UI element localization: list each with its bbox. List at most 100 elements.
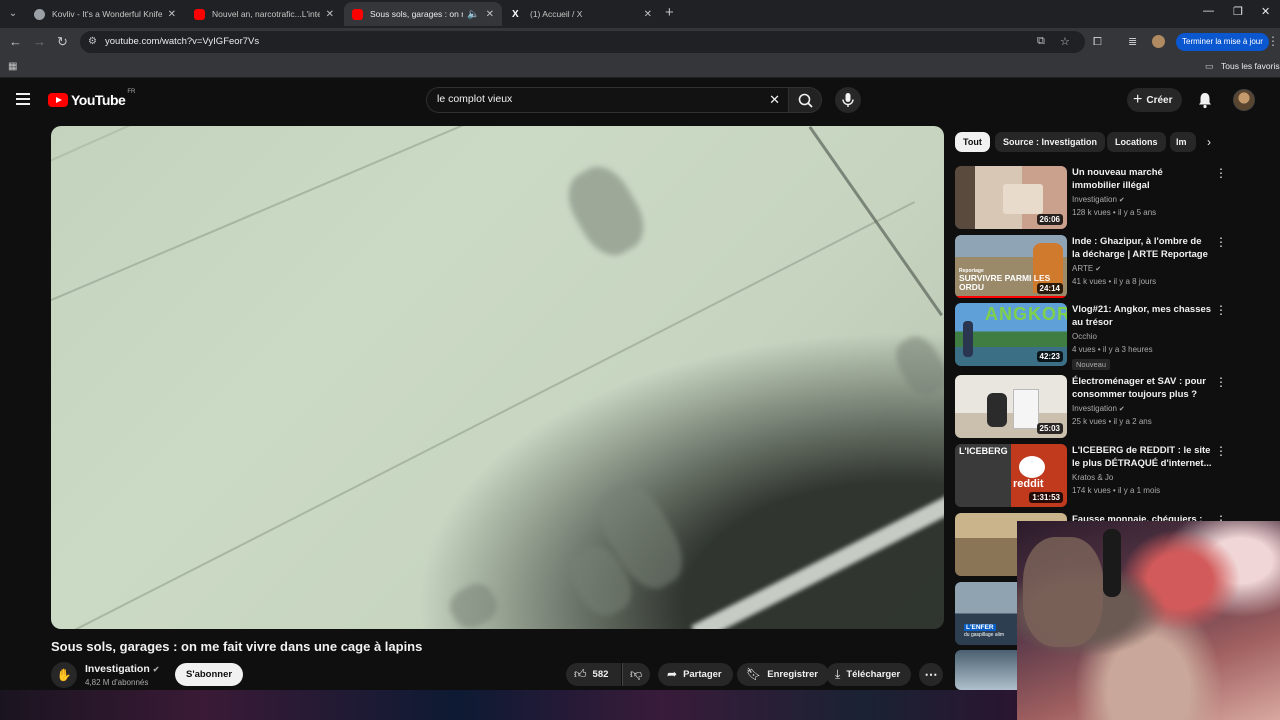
country-code: FR (127, 89, 136, 95)
clear-search-icon[interactable]: ✕ (769, 92, 780, 108)
like-button[interactable]: 👍︎ 582 (566, 663, 621, 686)
recommendation-meta: 174 k vues • il y a 1 mois (1072, 486, 1161, 495)
search-box[interactable]: ✕ (426, 87, 788, 113)
save-button[interactable]: 🔖︎ Enregistrer (737, 663, 829, 686)
duration-badge: 1:31:53 (1029, 492, 1063, 503)
update-browser-button[interactable]: Terminer la mise à jour (1176, 33, 1269, 51)
video-player[interactable] (51, 126, 944, 629)
channel-name-text: Investigation (85, 663, 150, 675)
recommendation-channel[interactable]: Investigation ✔ (1072, 195, 1125, 204)
account-avatar[interactable] (1233, 89, 1255, 111)
search-icon (798, 93, 813, 108)
tab-search-button[interactable]: ⌄ (4, 5, 22, 23)
recommendation-channel[interactable]: ARTE ✔ (1072, 264, 1101, 273)
microphone-icon (842, 93, 854, 107)
back-arrow-icon[interactable]: ← (9, 34, 22, 50)
youtube-logo[interactable]: YouTube FR (48, 89, 136, 108)
close-tab-icon[interactable]: ✕ (644, 9, 652, 20)
youtube-masthead: YouTube FR ✕ + Créer (0, 78, 1280, 124)
profile-avatar[interactable] (1152, 35, 1165, 48)
recommendation-meta: 128 k vues • il y a 5 ans (1072, 208, 1157, 217)
voice-search-button[interactable] (835, 87, 861, 113)
video-thumbnail[interactable]: 25:03 (955, 375, 1067, 438)
dislike-button[interactable]: 👎︎ (622, 663, 650, 686)
video-frame-detail (888, 330, 944, 402)
recommendation-item[interactable]: L'ICEBERG reddit 1:31:53 L'ICEBERG de RE… (955, 444, 1227, 508)
download-button[interactable]: ⤓ Télécharger (826, 663, 912, 686)
duration-badge: 24:14 (1036, 283, 1063, 294)
recommendation-item[interactable]: ANGKOR 42:23 Vlog#21: Angkor, mes chasse… (955, 303, 1227, 370)
more-options-icon[interactable]: ⋮ (1215, 375, 1227, 389)
close-tab-icon[interactable]: ✕ (486, 9, 494, 20)
more-options-icon[interactable]: ⋮ (1215, 235, 1227, 249)
chip-source[interactable]: Source : Investigation (995, 132, 1106, 152)
video-thumbnail[interactable]: L'ICEBERG reddit 1:31:53 (955, 444, 1067, 507)
omnibox[interactable]: ⚙ youtube.com/watch?v=VyIGFeor7Vs ⧉ ☆ (80, 31, 1085, 53)
more-options-icon[interactable]: ⋮ (1215, 303, 1227, 317)
close-tab-icon[interactable]: ✕ (168, 9, 176, 20)
browser-tab[interactable]: X (1) Accueil / X ✕ (504, 2, 660, 26)
recommendation-item[interactable]: Reportage SURVIVRE PARMI LES ORDU 24:14 … (955, 235, 1227, 299)
subscribe-button[interactable]: S'abonner (175, 663, 244, 686)
close-window-icon[interactable]: ✕ (1261, 5, 1270, 18)
notifications-bell-icon[interactable] (1197, 91, 1213, 109)
youtube-favicon-icon (194, 8, 205, 20)
more-actions-button[interactable]: ⋯ (919, 663, 943, 686)
recommendation-item[interactable]: 25:03 Électroménager et SAV : pour conso… (955, 375, 1227, 439)
recommendation-channel[interactable]: Investigation ✔ (1072, 404, 1125, 413)
video-thumbnail[interactable]: ANGKOR 42:23 (955, 303, 1067, 366)
x-logo-icon: X (512, 8, 519, 20)
reload-icon[interactable]: ↻ (57, 34, 68, 50)
chip-truncated[interactable]: Im (1170, 132, 1196, 152)
recommendation-item[interactable]: 26:06 Un nouveau marché immobilier illég… (955, 166, 1227, 230)
forward-arrow-icon[interactable]: → (33, 34, 46, 50)
browser-tab-bar: ⌄ Kovliv - It's a Wonderful Knife ( ✕ No… (0, 0, 1280, 28)
recommendation-title[interactable]: L'ICEBERG de REDDIT : le site le plus DÉ… (1072, 444, 1212, 470)
thumbnail-person (987, 393, 1007, 427)
duration-badge: 42:23 (1036, 351, 1063, 362)
mute-tab-icon[interactable]: 🔈 (467, 9, 479, 20)
maximize-icon[interactable]: ❐ (1233, 5, 1243, 18)
address-bar-row: ← → ↻ ⚙ youtube.com/watch?v=VyIGFeor7Vs … (0, 28, 1280, 56)
search-button[interactable] (788, 87, 822, 113)
thumbs-down-icon: 👎︎ (630, 667, 643, 681)
chip-all[interactable]: Tout (955, 132, 990, 152)
create-button[interactable]: + Créer (1127, 88, 1183, 112)
more-options-icon[interactable]: ⋮ (1215, 166, 1227, 180)
video-frame-detail (444, 577, 503, 629)
chips-next-arrow-icon[interactable]: › (1199, 132, 1219, 152)
recommendation-meta: 41 k vues • il y a 8 jours (1072, 277, 1157, 286)
recommendation-title[interactable]: Un nouveau marché immobilier illégal (1072, 166, 1212, 192)
chrome-menu-icon[interactable]: ⋮ (1267, 34, 1279, 48)
browser-tab[interactable]: Nouvel an, narcotrafic...L'interv ✕ (186, 2, 342, 26)
minimize-icon[interactable]: — (1203, 5, 1214, 17)
video-thumbnail[interactable]: 26:06 (955, 166, 1067, 229)
webcam-overlay (1017, 521, 1280, 720)
video-thumbnail[interactable]: Reportage SURVIVRE PARMI LES ORDU 24:14 (955, 235, 1067, 298)
recommendation-title[interactable]: Inde : Ghazipur, à l'ombre de la décharg… (1072, 235, 1212, 261)
video-frame-detail (557, 157, 655, 265)
chip-locations[interactable]: Locations (1107, 132, 1166, 152)
all-bookmarks-link[interactable]: Tous les favoris (1221, 61, 1280, 71)
site-info-icon[interactable]: ⚙ (88, 36, 97, 47)
menu-hamburger-icon[interactable] (16, 93, 30, 105)
recommendation-channel[interactable]: Occhio (1072, 332, 1097, 341)
install-app-icon[interactable]: ⧉ (1037, 35, 1045, 48)
folder-icon: ▭ (1205, 61, 1214, 71)
channel-avatar[interactable]: ✋ (51, 662, 77, 688)
recommendation-title[interactable]: Vlog#21: Angkor, mes chasses au trésor (1072, 303, 1212, 329)
new-tab-button[interactable]: + (665, 4, 674, 21)
recommendation-channel[interactable]: Kratos & Jo (1072, 473, 1113, 482)
close-tab-icon[interactable]: ✕ (326, 9, 334, 20)
share-button[interactable]: ➦ Partager (658, 663, 733, 686)
channel-name[interactable]: Investigation ✔ (85, 663, 159, 675)
browser-tab[interactable]: Kovliv - It's a Wonderful Knife ( ✕ (26, 2, 184, 26)
recommendation-title[interactable]: Électroménager et SAV : pour consommer t… (1072, 375, 1212, 401)
reading-list-icon[interactable]: ≣ (1128, 34, 1137, 50)
search-input[interactable] (437, 93, 757, 105)
apps-grid-icon[interactable]: ▦ (8, 61, 17, 72)
more-options-icon[interactable]: ⋮ (1215, 444, 1227, 458)
extensions-icon[interactable]: ⧠ (1093, 34, 1102, 50)
browser-tab-active[interactable]: Sous sols, garages : on me 🔈 ✕ (344, 2, 502, 26)
bookmark-star-icon[interactable]: ☆ (1060, 35, 1070, 48)
